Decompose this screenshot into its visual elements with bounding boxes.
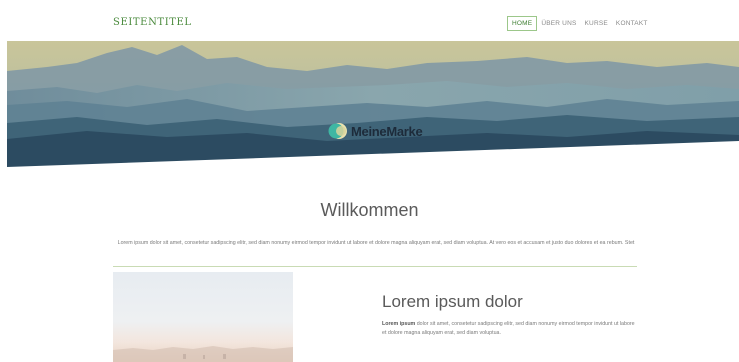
section-photo [113,272,293,362]
divider [113,266,637,267]
circle-logo-icon [328,123,347,139]
section-text: Lorem ipsum dolor sit amet, consetetur s… [382,320,636,337]
brand-name: MeineMarke [351,123,423,139]
section-text-bold: Lorem ipsum [382,321,416,327]
brand[interactable]: MeineMarke [328,121,423,141]
site-title[interactable]: SEITENTITEL [113,17,192,28]
nav-item-home[interactable]: HOME [507,16,538,31]
top-bar: SEITENTITEL HOME ÜBER UNS KURSE KONTAKT [0,0,739,42]
section-text-rest: dolor sit amet, consetetur sadipscing el… [382,321,635,336]
hero-landscape-image [7,41,739,169]
welcome-text: Lorem ipsum dolor sit amet, consetetur s… [117,240,635,246]
welcome-title: Willkommen [320,200,419,220]
section-title: Lorem ipsum dolor [382,292,523,311]
nav-item-kontakt[interactable]: KONTAKT [612,17,652,30]
misty-landscape-image [113,272,293,362]
nav-item-kurse[interactable]: KURSE [581,17,612,30]
nav-item-ueber-uns[interactable]: ÜBER UNS [537,17,580,30]
main-nav: HOME ÜBER UNS KURSE KONTAKT [507,16,652,31]
hero-banner: MeineMarke [7,41,739,169]
